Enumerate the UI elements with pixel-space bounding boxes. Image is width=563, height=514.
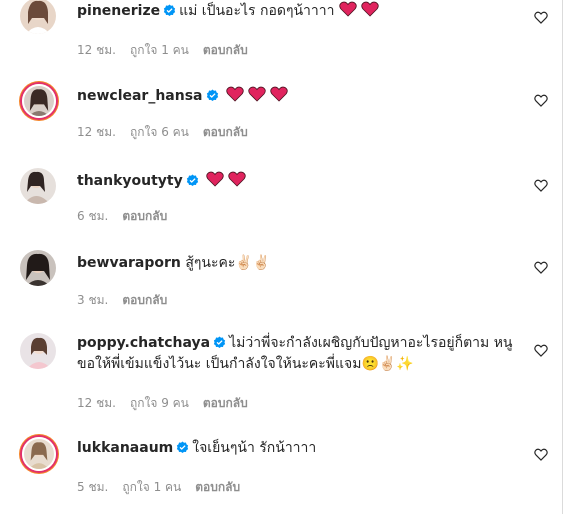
avatar[interactable] (20, 0, 56, 34)
reply-button[interactable]: ตอบกลับ (203, 43, 248, 57)
comment-meta: 12 ชม. ถูกใจ 6 คน ตอบกลับ (77, 123, 262, 142)
comment-like-count[interactable]: ถูกใจ 9 คน (130, 396, 189, 410)
comment-item: lukkanaaum ใจเย็นๆน้า รักน้าาาา 5 ชม. ถูกใ… (0, 428, 562, 514)
reply-button[interactable]: ตอบกลับ (195, 480, 240, 494)
comment-username[interactable]: pinenerize (77, 3, 160, 19)
comment-meta: 12 ชม. ถูกใจ 1 คน ตอบกลับ (77, 41, 262, 60)
comment-body: pinenerize แม่ เป็นอะไร กอดๆน้าาาา (77, 0, 516, 25)
heart-outline-icon[interactable] (534, 11, 548, 24)
comment-time: 12 ชม. (77, 396, 116, 410)
avatar[interactable] (22, 437, 56, 471)
comment-text: แม่ เป็นอะไร กอดๆน้าาาา (179, 3, 335, 19)
heart-outline-icon[interactable] (534, 344, 548, 357)
comment-username[interactable]: newclear_hansa (77, 88, 203, 104)
avatar[interactable] (20, 168, 56, 204)
comment-item: bewvaraporn สู้ๆนะคะ✌🏻✌🏻 3 ชม. ตอบกลับ (0, 242, 562, 326)
heart-outline-icon[interactable] (534, 179, 548, 192)
comment-body: lukkanaaum ใจเย็นๆน้า รักน้าาาา (77, 438, 516, 459)
comment-item: thankyoutyty 6 ชม. ตอบกลับ (0, 162, 562, 242)
comment-username[interactable]: thankyoutyty (77, 173, 183, 189)
comment-username[interactable]: bewvaraporn (77, 255, 181, 271)
avatar[interactable] (20, 333, 56, 369)
heart-outline-icon[interactable] (534, 448, 548, 461)
comment-like-count[interactable]: ถูกใจ 6 คน (130, 125, 189, 139)
verified-badge-icon (163, 4, 176, 17)
avatar[interactable] (22, 84, 56, 118)
comment-text: สู้ๆนะคะ✌🏻✌🏻 (185, 255, 271, 271)
heart-emoji-group (226, 85, 290, 110)
comment-body: thankyoutyty (77, 170, 516, 195)
red-heart-emoji (206, 171, 246, 187)
comment-body: newclear_hansa (77, 85, 516, 110)
comment-body: bewvaraporn สู้ๆนะคะ✌🏻✌🏻 (77, 253, 516, 274)
comment-item: pinenerize แม่ เป็นอะไร กอดๆน้าาาา 12 ชม.… (0, 0, 562, 76)
comment-time: 12 ชม. (77, 125, 116, 139)
comment-meta: 5 ชม. ถูกใจ 1 คน ตอบกลับ (77, 478, 254, 497)
reply-button[interactable]: ตอบกลับ (122, 293, 167, 307)
comment-text: ใจเย็นๆน้า รักน้าาาา (192, 440, 317, 456)
comment-username[interactable]: lukkanaaum (77, 440, 173, 456)
comment-time: 3 ชม. (77, 293, 109, 307)
reply-button[interactable]: ตอบกลับ (203, 125, 248, 139)
heart-emoji-group (206, 170, 248, 195)
comment-item: newclear_hansa 12 ชม. ถูกใจ 6 คน ตอบกลับ (0, 76, 562, 162)
comment-time: 5 ชม. (77, 480, 109, 494)
heart-outline-icon[interactable] (534, 94, 548, 107)
comment-username[interactable]: poppy.chatchaya (77, 335, 210, 351)
avatar[interactable] (20, 250, 56, 286)
comment-like-count[interactable]: ถูกใจ 1 คน (122, 480, 181, 494)
comment-item: poppy.chatchaya ไม่ว่าพี่จะกำลังเผชิญกับป… (0, 326, 562, 428)
verified-badge-icon (206, 89, 219, 102)
comment-body: poppy.chatchaya ไม่ว่าพี่จะกำลังเผชิญกับป… (77, 333, 516, 375)
comment-time: 12 ชม. (77, 43, 116, 57)
red-heart-emoji (226, 86, 288, 102)
comment-time: 6 ชม. (77, 209, 109, 223)
verified-badge-icon (186, 174, 199, 187)
comment-meta: 3 ชม. ตอบกลับ (77, 291, 181, 310)
heart-outline-icon[interactable] (534, 261, 548, 274)
verified-badge-icon (176, 441, 189, 454)
reply-button[interactable]: ตอบกลับ (122, 209, 167, 223)
verified-badge-icon (213, 336, 226, 349)
heart-emoji-group (339, 0, 381, 25)
comment-like-count[interactable]: ถูกใจ 1 คน (130, 43, 189, 57)
comment-meta: 6 ชม. ตอบกลับ (77, 207, 181, 226)
reply-button[interactable]: ตอบกลับ (203, 396, 248, 410)
red-heart-emoji (339, 1, 379, 17)
comment-meta: 12 ชม. ถูกใจ 9 คน ตอบกลับ (77, 394, 262, 413)
